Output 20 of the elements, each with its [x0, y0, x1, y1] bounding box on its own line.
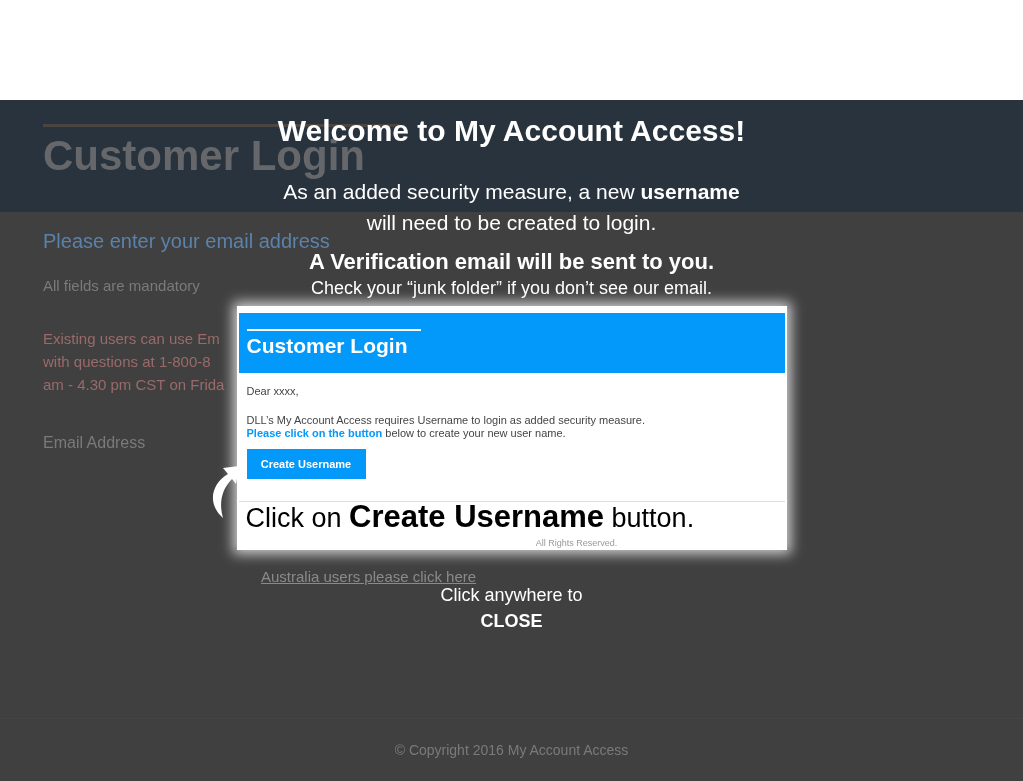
- email-title: Customer Login: [246, 334, 409, 358]
- info-text: with questions at 1-800-8: [43, 352, 211, 372]
- instruction-caption: Click on Create Username button.: [245, 502, 695, 533]
- email-body-text: below to create your new user name.: [385, 427, 566, 439]
- close-label[interactable]: CLOSE: [440, 608, 583, 634]
- create-username-button[interactable]: Create Username: [246, 449, 366, 479]
- email-label: Email Address: [43, 434, 146, 452]
- security-message: will need to be created to login.: [365, 210, 658, 236]
- info-text: am - 4.30 pm CST on Frida: [43, 375, 225, 395]
- close-hint: Click anywhere to: [440, 584, 583, 607]
- email-footer-text: All Rights Reserved.: [535, 538, 618, 548]
- email-body-text: DLL’s My Account Access requires Username to login as added security measure.: [246, 414, 646, 427]
- info-text: Existing users can use Em: [43, 329, 220, 349]
- junk-folder-note: Check your “junk folder” if you don’t see our email.: [310, 277, 713, 300]
- mandatory-note: All fields are mandatory: [43, 277, 200, 294]
- australia-link[interactable]: Australia users please click here: [261, 568, 477, 585]
- email-greeting: Dear xxxx,: [246, 385, 300, 397]
- security-message: As an added security measure, a new username: [283, 179, 740, 205]
- email-link[interactable]: Please click on the button: [246, 427, 383, 439]
- copyright-text: © Copyright 2016 My Account Access: [394, 742, 629, 758]
